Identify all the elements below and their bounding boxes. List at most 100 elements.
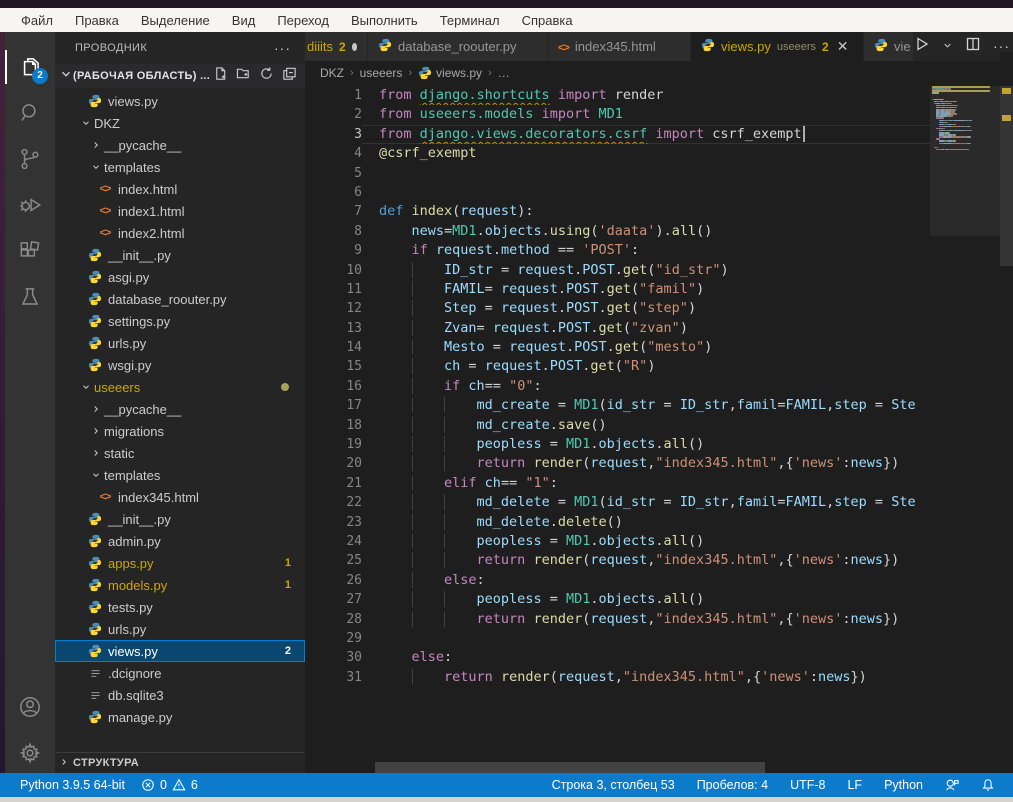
code-line-6[interactable]: 6 (305, 183, 930, 202)
line-number[interactable]: 21 (305, 474, 362, 493)
line-number[interactable]: 22 (305, 493, 362, 512)
menu-item-Терминал[interactable]: Терминал (429, 11, 511, 30)
breadcrumb-item-useeers[interactable]: useeers (360, 66, 403, 80)
run-dropdown-icon[interactable] (942, 38, 953, 56)
line-number[interactable]: 26 (305, 571, 362, 590)
activity-extensions[interactable] (5, 228, 55, 274)
breadcrumb-item-…[interactable]: … (498, 66, 510, 80)
code-line-4[interactable]: 4@csrf_exempt (305, 144, 930, 163)
line-number[interactable]: 19 (305, 435, 362, 454)
breadcrumb-item-DKZ[interactable]: DKZ (320, 66, 344, 80)
language-mode-status[interactable]: Python (876, 778, 931, 792)
new-file-icon[interactable] (213, 66, 228, 86)
tree-file-wsgi.py[interactable]: wsgi.py (55, 354, 305, 376)
vertical-scrollbar[interactable] (1000, 86, 1013, 266)
tree-folder-migrations[interactable]: migrations (55, 420, 305, 442)
code-editor[interactable]: 1from django.shortcuts import render2fro… (305, 84, 930, 762)
tree-file-settings.py[interactable]: settings.py (55, 310, 305, 332)
tree-file-admin.py[interactable]: admin.py (55, 530, 305, 552)
activity-explorer[interactable]: 2 (5, 44, 55, 90)
tab-database_roouter.py[interactable]: database_roouter.py (368, 32, 548, 61)
code-line-26[interactable]: 26 else: (305, 571, 930, 590)
more-actions-icon[interactable]: ··· (274, 40, 291, 56)
line-number[interactable]: 18 (305, 416, 362, 435)
line-number[interactable]: 16 (305, 377, 362, 396)
line-number[interactable]: 4 (305, 144, 362, 163)
code-line-1[interactable]: 1from django.shortcuts import render (305, 86, 930, 105)
code-line-30[interactable]: 30 else: (305, 648, 930, 667)
tree-file-__init__.py[interactable]: __init__.py (55, 244, 305, 266)
code-line-21[interactable]: 21 elif ch== "1": (305, 474, 930, 493)
tree-folder-DKZ[interactable]: DKZ (55, 112, 305, 134)
line-number[interactable]: 5 (305, 164, 362, 183)
code-line-17[interactable]: 17 md_create = MD1(id_str = ID_str,famil… (305, 396, 930, 415)
code-line-19[interactable]: 19 peopless = MD1.objects.all() (305, 435, 930, 454)
code-line-13[interactable]: 13 Zvan= request.POST.get("zvan") (305, 319, 930, 338)
activity-testing[interactable] (5, 274, 55, 320)
code-line-9[interactable]: 9 if request.method == 'POST': (305, 241, 930, 260)
code-line-12[interactable]: 12 Step = request.POST.get("step") (305, 299, 930, 318)
line-number[interactable]: 23 (305, 513, 362, 532)
code-line-28[interactable]: 28 return render(request,"index345.html"… (305, 610, 930, 629)
tree-file-database_roouter.py[interactable]: database_roouter.py (55, 288, 305, 310)
tree-file-index1.html[interactable]: <>index1.html (55, 200, 305, 222)
workspace-section-header[interactable]: (РАБОЧАЯ ОБЛАСТЬ) ... (55, 64, 305, 88)
line-number[interactable]: 7 (305, 202, 362, 221)
line-number[interactable]: 20 (305, 454, 362, 473)
line-number[interactable]: 15 (305, 357, 362, 376)
line-number[interactable]: 2 (305, 105, 362, 124)
new-folder-icon[interactable] (236, 66, 251, 86)
run-button[interactable] (914, 36, 930, 57)
code-line-24[interactable]: 24 peopless = MD1.objects.all() (305, 532, 930, 551)
code-line-14[interactable]: 14 Mesto = request.POST.get("mesto") (305, 338, 930, 357)
line-number[interactable]: 31 (305, 668, 362, 687)
tree-file-manage.py[interactable]: manage.py (55, 706, 305, 728)
tree-folder-templates[interactable]: templates (55, 464, 305, 486)
line-number[interactable]: 14 (305, 338, 362, 357)
tree-file-.dcignore[interactable]: .dcignore (55, 662, 305, 684)
activity-settings[interactable] (5, 730, 55, 776)
outline-section-header[interactable]: СТРУКТУРА (55, 752, 305, 773)
minimap-slider[interactable] (930, 86, 1000, 236)
problems-status[interactable]: 0 6 (133, 778, 206, 792)
code-line-10[interactable]: 10 ID_str = request.POST.get("id_str") (305, 261, 930, 280)
code-line-27[interactable]: 27 peopless = MD1.objects.all() (305, 590, 930, 609)
line-number[interactable]: 28 (305, 610, 362, 629)
line-number[interactable]: 1 (305, 86, 362, 105)
code-line-25[interactable]: 25 return render(request,"index345.html"… (305, 551, 930, 570)
encoding-status[interactable]: UTF-8 (782, 778, 833, 792)
menu-item-Выделение[interactable]: Выделение (130, 11, 221, 30)
collapse-all-icon[interactable] (282, 66, 297, 86)
notifications-bell-icon[interactable] (973, 778, 1003, 792)
code-line-2[interactable]: 2from useeers.models import MD1 (305, 105, 930, 124)
tree-folder-templates[interactable]: templates (55, 156, 305, 178)
tree-file-apps.py[interactable]: apps.py1 (55, 552, 305, 574)
code-line-16[interactable]: 16 if ch== "0": (305, 377, 930, 396)
refresh-icon[interactable] (259, 66, 274, 86)
code-line-11[interactable]: 11 FAMIL= request.POST.get("famil") (305, 280, 930, 299)
feedback-icon[interactable] (937, 778, 967, 792)
tab-close-icon[interactable]: ✕ (837, 38, 849, 55)
menu-item-Файл[interactable]: Файл (10, 11, 64, 30)
tree-file-urls.py[interactable]: urls.py (55, 618, 305, 640)
activity-run-debug[interactable] (5, 182, 55, 228)
line-number[interactable]: 6 (305, 183, 362, 202)
code-line-7[interactable]: 7def index(request): (305, 202, 930, 221)
code-line-18[interactable]: 18 md_create.save() (305, 416, 930, 435)
tree-file-__init__.py[interactable]: __init__.py (55, 508, 305, 530)
code-line-22[interactable]: 22 md_delete = MD1(id_str = ID_str,famil… (305, 493, 930, 512)
line-number[interactable]: 3 (305, 125, 362, 144)
code-line-3[interactable]: 3from django.views.decorators.csrf impor… (305, 125, 930, 144)
tab-index345.html[interactable]: <>index345.html (548, 32, 691, 61)
tree-file-tests.py[interactable]: tests.py (55, 596, 305, 618)
menu-item-Выполнить[interactable]: Выполнить (340, 11, 429, 30)
breadcrumb-item-views.py[interactable]: views.py (436, 66, 482, 80)
menu-item-Справка[interactable]: Справка (511, 11, 584, 30)
minimap[interactable] (930, 86, 1000, 762)
code-line-8[interactable]: 8 news=MD1.objects.using('daata').all() (305, 222, 930, 241)
tree-folder-static[interactable]: static (55, 442, 305, 464)
tree-folder-__pycache__[interactable]: __pycache__ (55, 134, 305, 156)
eol-status[interactable]: LF (839, 778, 870, 792)
activity-accounts[interactable] (5, 684, 55, 730)
code-line-29[interactable]: 29 (305, 629, 930, 648)
